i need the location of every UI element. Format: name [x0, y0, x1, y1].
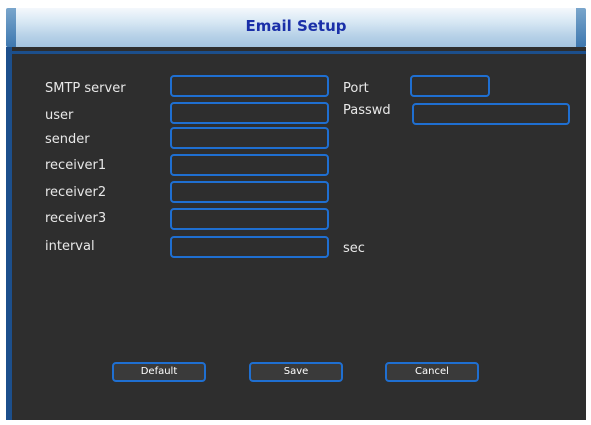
receiver2-label: receiver2: [45, 185, 107, 200]
receiver1-label: receiver1: [45, 158, 107, 173]
receiver1-input[interactable]: [170, 154, 329, 176]
user-input[interactable]: [170, 102, 329, 124]
cancel-button[interactable]: Cancel: [385, 362, 479, 382]
receiver2-input[interactable]: [170, 181, 329, 203]
title-bar: Email Setup: [6, 8, 586, 47]
email-setup-window: Email Setup SMTP server Port user Passwd…: [0, 0, 591, 425]
sender-input[interactable]: [170, 127, 329, 149]
default-button[interactable]: Default: [112, 362, 206, 382]
passwd-input[interactable]: [412, 103, 570, 125]
port-label: Port: [343, 81, 369, 96]
receiver3-label: receiver3: [45, 211, 107, 226]
interval-input[interactable]: [170, 236, 329, 258]
receiver3-input[interactable]: [170, 208, 329, 230]
save-button[interactable]: Save: [249, 362, 343, 382]
interval-label: interval: [45, 239, 95, 254]
smtp-server-input[interactable]: [170, 75, 329, 97]
panel-left-border: [6, 47, 12, 420]
window-title: Email Setup: [245, 17, 347, 35]
smtp-server-label: SMTP server: [45, 81, 126, 96]
port-input[interactable]: [410, 75, 490, 97]
sender-label: sender: [45, 132, 90, 147]
user-label: user: [45, 108, 74, 123]
interval-unit-label: sec: [343, 241, 365, 256]
settings-panel: SMTP server Port user Passwd sender rece…: [6, 47, 586, 420]
passwd-label: Passwd: [343, 103, 391, 118]
panel-top-divider: [6, 51, 586, 54]
